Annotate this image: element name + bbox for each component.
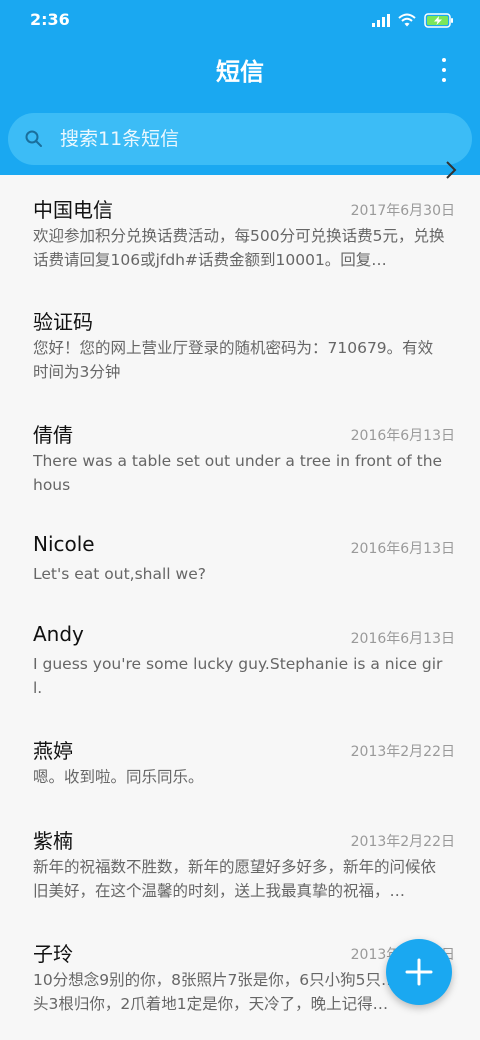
message-item[interactable]: 中国电信 2017年6月30日 欢迎参加积分兑换话费活动，每500分可兑换话费5…: [0, 175, 480, 287]
message-date: 2016年6月13日: [350, 428, 455, 444]
message-date: 2017年6月30日: [350, 203, 455, 219]
contact-name: 紫楠: [33, 829, 73, 853]
message-date: 2013年2月22日: [350, 834, 455, 850]
message-preview: 您好！您的网上营业厅登录的随机密码为：710679。有效时间为3分钟: [33, 339, 434, 381]
contact-name: Andy: [33, 622, 84, 646]
contact-name: 验证码: [33, 310, 93, 334]
message-item[interactable]: 燕婷 2013年2月22日 嗯。收到啦。同乐同乐。: [0, 716, 480, 806]
message-item[interactable]: Nicole 2016年6月13日 Let's eat out,shall we…: [0, 513, 480, 603]
status-time: 2:36: [30, 10, 70, 29]
plus-icon: [405, 958, 433, 986]
battery-charging-icon: [424, 12, 453, 28]
contact-name: 倩倩: [33, 423, 73, 447]
message-preview: I guess you're some lucky guy.Stephanie …: [33, 655, 443, 697]
status-icons: [372, 12, 454, 28]
message-preview: 欢迎参加积分兑换话费活动，每500分可兑换话费5元，兑换话费请回复106或jfd…: [33, 227, 445, 269]
wifi-icon: [398, 13, 416, 27]
signal-icon: [372, 13, 390, 27]
message-item[interactable]: 倩倩 2016年6月13日 There was a table set out …: [0, 400, 480, 513]
page-title: 短信: [216, 58, 264, 86]
search-input[interactable]: [58, 127, 442, 151]
message-preview: 10分想念9别的你，8张照片7张是你，6只小狗5只…4根骨头3根归你，2爪着地1…: [33, 971, 438, 1013]
app-header: 2:36 短信: [0, 0, 480, 175]
message-preview: 嗯。收到啦。同乐同乐。: [33, 768, 204, 786]
message-date: 2013年2月22日: [350, 744, 455, 760]
message-preview: There was a table set out under a tree i…: [33, 452, 443, 494]
chevron-right-icon[interactable]: [444, 160, 458, 180]
contact-name: 子玲: [33, 942, 73, 966]
contact-name: Nicole: [33, 532, 95, 556]
message-date: 2016年6月13日: [350, 541, 455, 557]
new-message-button[interactable]: [386, 939, 452, 1005]
search-bar[interactable]: [8, 113, 472, 165]
message-preview: 新年的祝福数不胜数，新年的愿望好多好多，新年的问候依旧美好，在这个温馨的时刻，送…: [33, 858, 437, 900]
contact-name: 燕婷: [33, 739, 73, 763]
message-preview: Let's eat out,shall we?: [33, 565, 206, 583]
message-item[interactable]: 紫楠 2013年2月22日 新年的祝福数不胜数，新年的愿望好多好多，新年的问候依…: [0, 806, 480, 919]
message-item[interactable]: 验证码 您好！您的网上营业厅登录的随机密码为：710679。有效时间为3分钟: [0, 287, 480, 400]
more-vertical-icon[interactable]: [434, 58, 454, 82]
contact-name: 中国电信: [33, 198, 113, 222]
message-date: 2016年6月13日: [350, 631, 455, 647]
message-item[interactable]: Andy 2016年6月13日 I guess you're some luck…: [0, 603, 480, 716]
search-icon: [25, 130, 42, 147]
status-bar: 2:36: [0, 0, 480, 40]
